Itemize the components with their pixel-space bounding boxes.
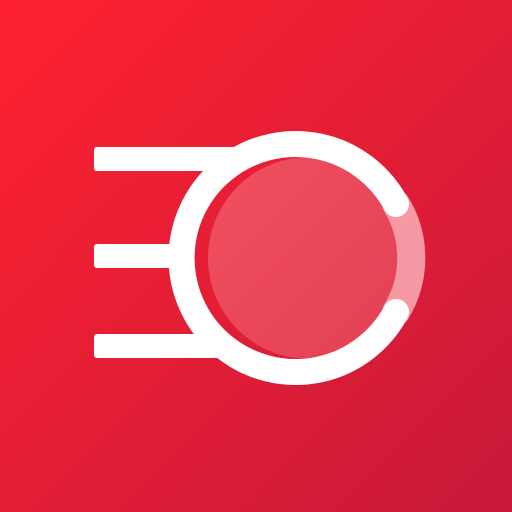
app-logo-icon (0, 0, 512, 512)
speed-line-middle (94, 244, 180, 268)
app-icon (0, 0, 512, 512)
ring-highlight-arc (382, 190, 426, 326)
